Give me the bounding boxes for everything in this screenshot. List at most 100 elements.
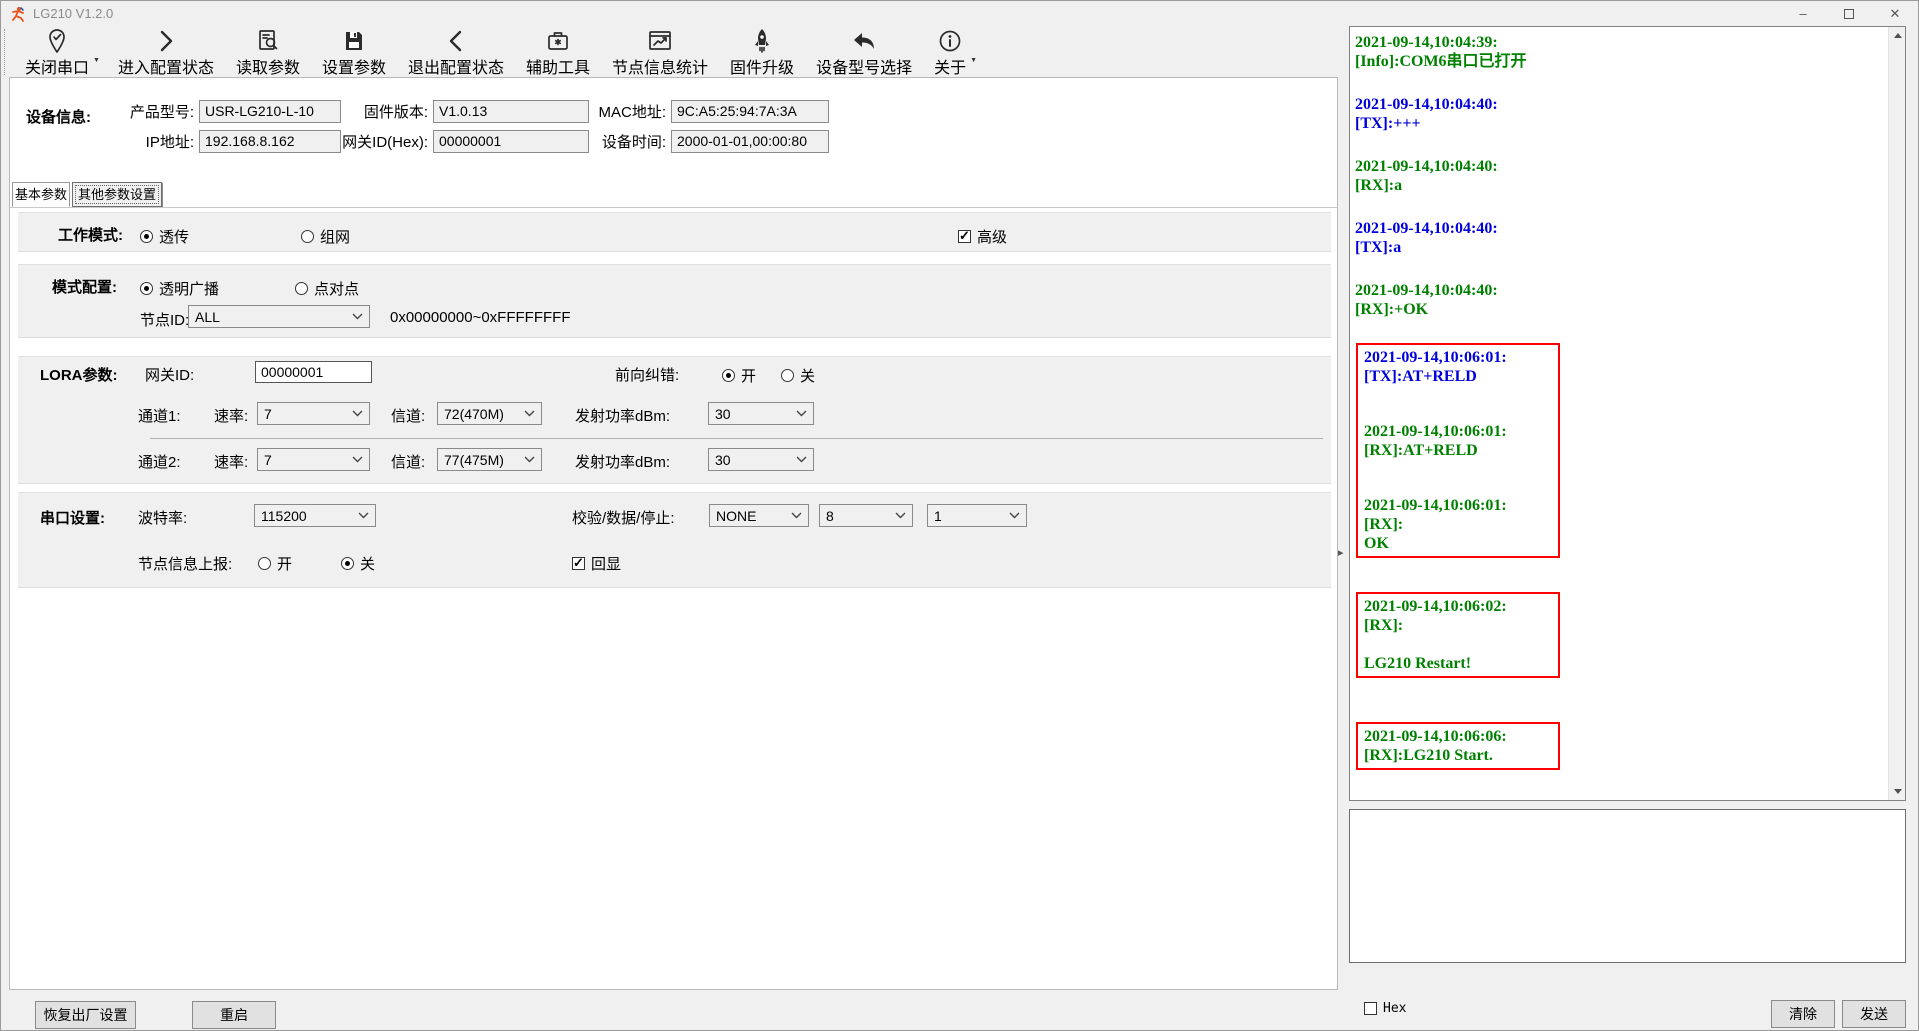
clear-button[interactable]: 清除: [1771, 1000, 1835, 1028]
advanced-checkbox[interactable]: 高级: [958, 226, 1007, 247]
firmware-version-value[interactable]: V1.0.13: [433, 100, 589, 123]
channel1-freq-select[interactable]: 72(470M): [437, 402, 542, 425]
tab-other-params[interactable]: 其他参数设置: [72, 182, 162, 207]
minimize-button[interactable]: –: [1780, 1, 1826, 27]
hex-checkbox-wrap[interactable]: Hex: [1364, 1001, 1406, 1016]
log-line: 2021-09-14,10:06:06:: [1364, 727, 1552, 746]
toolbar-grip[interactable]: [4, 29, 5, 75]
product-model-value[interactable]: USR-LG210-L-10: [199, 100, 341, 123]
toolbar-item-wrap: 读取参数: [230, 27, 306, 79]
toolbar-item-label: 设备型号选择: [816, 54, 912, 78]
radio-option[interactable]: 组网: [301, 226, 350, 247]
toolbar-read-params-button[interactable]: 读取参数: [230, 27, 306, 79]
toolbar-exit-config-button[interactable]: 退出配置状态: [402, 27, 510, 79]
device-time-value[interactable]: 2000-01-01,00:00:80: [671, 130, 829, 153]
toolbar-aux-tools-button[interactable]: 辅助工具: [520, 27, 596, 79]
factory-reset-button[interactable]: 恢复出厂设置: [35, 1001, 136, 1029]
baud-select[interactable]: 115200: [254, 504, 376, 527]
radio-option[interactable]: 开: [258, 553, 292, 574]
radio-selected-icon[interactable]: [341, 557, 354, 570]
node-id-label: 节点ID:: [140, 309, 189, 330]
toolbar-node-stats-button[interactable]: 节点信息统计: [606, 27, 714, 79]
log-entry: 2021-09-14,10:04:40:[RX]:+OK: [1355, 281, 1881, 319]
databits-select[interactable]: 8: [819, 504, 913, 527]
toolbar-write-params-button[interactable]: 设置参数: [316, 27, 392, 79]
node-report-label: 节点信息上报:: [138, 553, 232, 574]
mode-config-radio-group: 透明广播 点对点: [140, 278, 359, 299]
radio-selected-icon[interactable]: [140, 230, 153, 243]
gateway-id-label: 网关ID:: [145, 364, 194, 385]
ip-address-value[interactable]: 192.168.8.162: [199, 130, 341, 153]
radio-unselected-icon[interactable]: [781, 369, 794, 382]
node-id-hint: 0x00000000~0xFFFFFFFF: [390, 309, 570, 326]
send-input[interactable]: [1349, 809, 1906, 963]
toolbar-item-label: 固件升级: [730, 54, 794, 78]
splitter-collapse-arrow[interactable]: ▸: [1338, 546, 1344, 559]
channel2-freq-select[interactable]: 77(475M): [437, 448, 542, 471]
select-value: 115200: [261, 508, 354, 524]
back-arrow-icon: [851, 28, 877, 54]
channel1-power-select[interactable]: 30: [708, 402, 814, 425]
select-value: 7: [264, 452, 348, 468]
radio-option[interactable]: 点对点: [295, 278, 359, 299]
parity-select[interactable]: NONE: [709, 504, 809, 527]
rate-label: 速率:: [214, 451, 248, 472]
node-id-select[interactable]: ALL: [188, 305, 370, 328]
send-button[interactable]: 发送: [1842, 1000, 1906, 1028]
radio-option[interactable]: 透传: [140, 226, 189, 247]
scroll-down-icon[interactable]: [1889, 783, 1906, 800]
log-content[interactable]: 2021-09-14,10:04:39:[Info]:COM6串口已打开2021…: [1355, 33, 1881, 798]
log-entry: 2021-09-14,10:06:01:[TX]:AT+RELD: [1364, 348, 1552, 386]
channel1-rate-select[interactable]: 7: [257, 402, 370, 425]
checkbox-icon[interactable]: [572, 557, 585, 570]
channel1-label: 通道1:: [138, 405, 181, 426]
close-button[interactable]: ✕: [1872, 1, 1918, 27]
toolbar-model-select-button[interactable]: 设备型号选择: [810, 27, 918, 79]
device-field: 固件版本: V1.0.13: [350, 100, 589, 123]
chevron-left-icon: [446, 28, 466, 54]
checkbox-icon[interactable]: [958, 230, 971, 243]
toolbar-item-wrap: 固件升级: [724, 27, 800, 79]
dropdown-caret-icon[interactable]: ▼: [93, 57, 100, 64]
toolbar-about-button[interactable]: 关于: [928, 27, 972, 79]
select-value: 8: [826, 508, 891, 524]
radio-selected-icon[interactable]: [140, 282, 153, 295]
log-line: [RX]:LG210 Start.: [1364, 746, 1552, 765]
radio-option-label: 组网: [320, 226, 350, 247]
radio-selected-icon[interactable]: [722, 369, 735, 382]
echo-checkbox[interactable]: 回显: [572, 553, 621, 574]
framing-label: 校验/数据/停止:: [572, 507, 675, 528]
gateway-id-hex-value[interactable]: 00000001: [433, 130, 589, 153]
radio-unselected-icon[interactable]: [258, 557, 271, 570]
mac-address-value[interactable]: 9C:A5:25:94:7A:3A: [671, 100, 829, 123]
select-value: NONE: [716, 508, 787, 524]
channel2-rate-select[interactable]: 7: [257, 448, 370, 471]
stopbits-select[interactable]: 1: [927, 504, 1027, 527]
toolbar-item-wrap: 辅助工具: [520, 27, 596, 79]
radio-option[interactable]: 开: [722, 365, 756, 386]
radio-option[interactable]: 关: [341, 553, 375, 574]
scroll-up-icon[interactable]: [1889, 27, 1906, 44]
log-line: 2021-09-14,10:04:40:: [1355, 95, 1881, 114]
tab-basic-params[interactable]: 基本参数: [12, 182, 70, 207]
radio-option[interactable]: 关: [781, 365, 815, 386]
maximize-button[interactable]: [1826, 1, 1872, 27]
channel2-power-select[interactable]: 30: [708, 448, 814, 471]
radio-option[interactable]: 透明广播: [140, 278, 219, 299]
toolbar-fw-upgrade-button[interactable]: 固件升级: [724, 27, 800, 79]
log-scrollbar[interactable]: [1888, 27, 1905, 800]
radio-unselected-icon[interactable]: [295, 282, 308, 295]
dropdown-caret-icon[interactable]: ▼: [970, 57, 977, 64]
gateway-id-input[interactable]: 00000001: [255, 361, 372, 383]
log-highlight-group: 2021-09-14,10:06:06:[RX]:LG210 Start.: [1356, 722, 1560, 770]
channel2-label: 通道2:: [138, 451, 181, 472]
log-entry: 2021-09-14,10:06:06:[RX]:LG210 Start.: [1364, 727, 1552, 765]
toolbar-close-serial-button[interactable]: 关闭串口: [19, 27, 95, 79]
config-panel: 设备信息: 产品型号: USR-LG210-L-10 固件版本: V1.0.13…: [9, 77, 1338, 990]
toolbar-enter-config-button[interactable]: 进入配置状态: [112, 27, 220, 79]
restart-button[interactable]: 重启: [192, 1001, 276, 1029]
hex-checkbox[interactable]: [1364, 1002, 1377, 1015]
window-title: LG210 V1.2.0: [33, 6, 113, 21]
radio-unselected-icon[interactable]: [301, 230, 314, 243]
chevron-down-icon: [524, 456, 535, 463]
